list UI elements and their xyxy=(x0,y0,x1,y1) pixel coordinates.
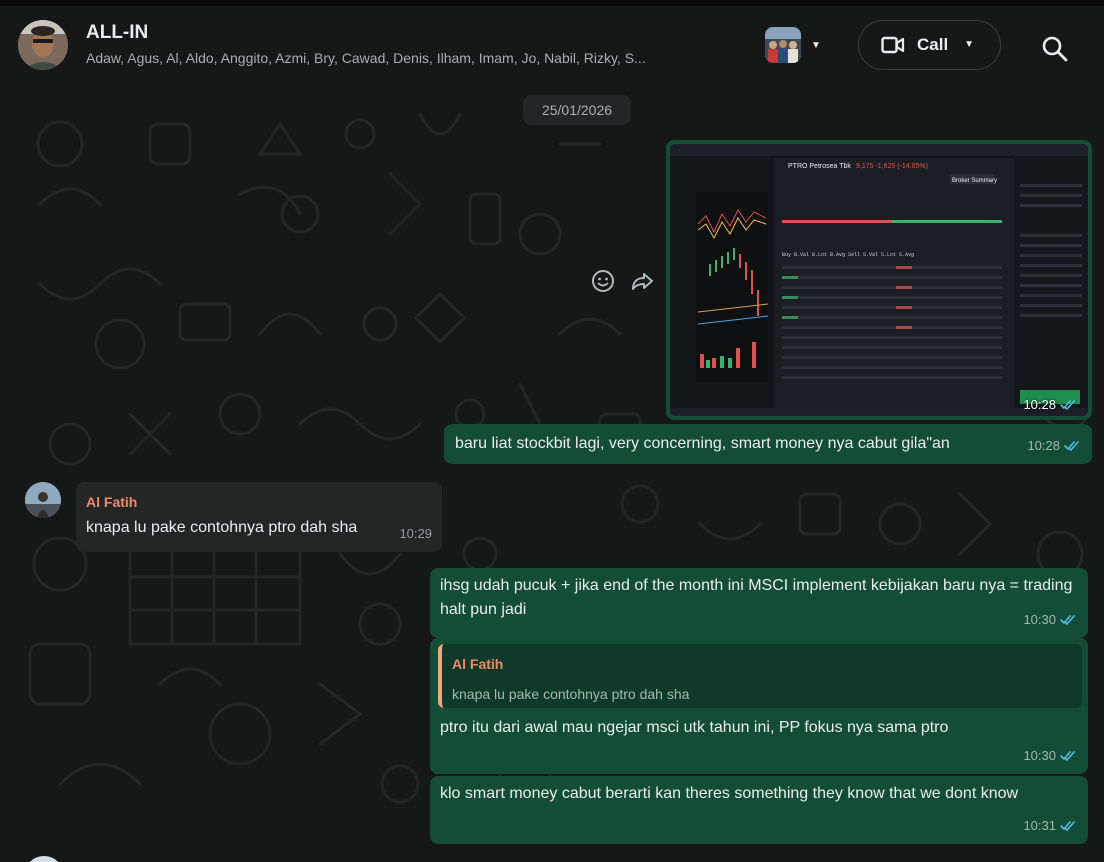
message-time: 10:28 xyxy=(1023,397,1056,412)
message-text: knapa lu pake contohnya ptro dah sha xyxy=(86,519,358,536)
call-button[interactable]: Call ▼ xyxy=(858,20,1001,70)
message-time: 10:30 xyxy=(1023,748,1056,763)
message-time: 10:28 xyxy=(1027,438,1060,453)
incoming-message[interactable]: Al Fatih knapa lu pake contohnya ptro da… xyxy=(76,482,442,552)
forward-icon[interactable] xyxy=(630,270,656,292)
chat-header: ALL-IN Adaw, Agus, Al, Aldo, Anggito, Az… xyxy=(0,6,1104,84)
message-time: 10:31 xyxy=(1023,818,1056,833)
search-icon[interactable] xyxy=(1040,34,1070,64)
outgoing-reply-message[interactable]: Al Fatih knapa lu pake contohnya ptro da… xyxy=(430,638,1088,774)
group-members[interactable]: Adaw, Agus, Al, Aldo, Anggito, Azmi, Bry… xyxy=(86,50,726,66)
message-time: 10:29 xyxy=(399,526,432,541)
group-media-thumbnail[interactable] xyxy=(765,27,801,63)
message-meta: 10:28 xyxy=(1023,397,1078,412)
message-text: klo smart money cabut berarti kan theres… xyxy=(440,785,1019,802)
message-meta: 10:30 xyxy=(1023,744,1078,768)
group-avatar[interactable] xyxy=(18,20,68,70)
double-check-icon xyxy=(1060,751,1075,762)
double-check-icon xyxy=(1060,821,1075,832)
sender-name[interactable]: Al Fatih xyxy=(86,490,137,514)
stock-screenshot-image[interactable]: PTRO Petrosea Tbk 9,175 -1,625 (-14.05%)… xyxy=(670,144,1088,416)
double-check-icon xyxy=(1060,399,1075,410)
call-options-chevron-icon[interactable]: ▼ xyxy=(964,39,974,50)
outgoing-message[interactable]: klo smart money cabut berarti kan theres… xyxy=(430,776,1088,844)
message-meta: 10:31 xyxy=(1023,814,1078,838)
double-check-icon xyxy=(1060,615,1075,626)
svg-text:Broker Summary: Broker Summary xyxy=(952,178,997,184)
quoted-text: knapa lu pake contohnya ptro dah sha xyxy=(452,686,690,702)
video-camera-icon xyxy=(881,36,905,54)
chevron-down-icon[interactable]: ▼ xyxy=(811,40,821,51)
svg-text:Buy B.Val B.Lot B.Avg Sel: Buy B.Val B.Lot B.Avg Sell S.Val S.Lot S… xyxy=(782,252,914,258)
date-separator: 25/01/2026 xyxy=(523,95,631,125)
message-text: baru liat stockbit lagi, very concerning… xyxy=(455,435,950,452)
quoted-message[interactable]: Al Fatih knapa lu pake contohnya ptro da… xyxy=(438,644,1082,708)
outgoing-message[interactable]: ihsg udah pucuk + jika end of the month … xyxy=(430,568,1088,638)
message-text: ihsg udah pucuk + jika end of the month … xyxy=(440,577,1073,618)
message-list[interactable]: 25/01/2026 PTRO Petrosea Tbk 9,175 -1,62… xyxy=(0,84,1104,862)
emoji-icon[interactable] xyxy=(590,268,616,294)
message-time: 10:30 xyxy=(1023,612,1056,627)
message-meta: 10:28 xyxy=(1027,434,1082,458)
call-label: Call xyxy=(917,35,949,54)
double-check-icon xyxy=(1064,441,1079,452)
svg-text:PTRO Petrosea Tbk: PTRO Petrosea Tbk xyxy=(788,163,851,170)
image-message[interactable]: PTRO Petrosea Tbk 9,175 -1,625 (-14.05%)… xyxy=(666,140,1092,420)
message-text: ptro itu dari awal mau ngejar msci utk t… xyxy=(440,719,949,736)
svg-text:9,175 -1,625 (-14.05%): 9,175 -1,625 (-14.05%) xyxy=(856,163,928,170)
sender-avatar[interactable] xyxy=(25,482,61,518)
outgoing-message[interactable]: baru liat stockbit lagi, very concerning… xyxy=(444,424,1092,464)
group-title[interactable]: ALL-IN xyxy=(86,22,148,44)
quoted-sender: Al Fatih xyxy=(452,656,504,672)
message-meta: 10:29 xyxy=(399,522,432,546)
message-meta: 10:30 xyxy=(1023,608,1078,632)
